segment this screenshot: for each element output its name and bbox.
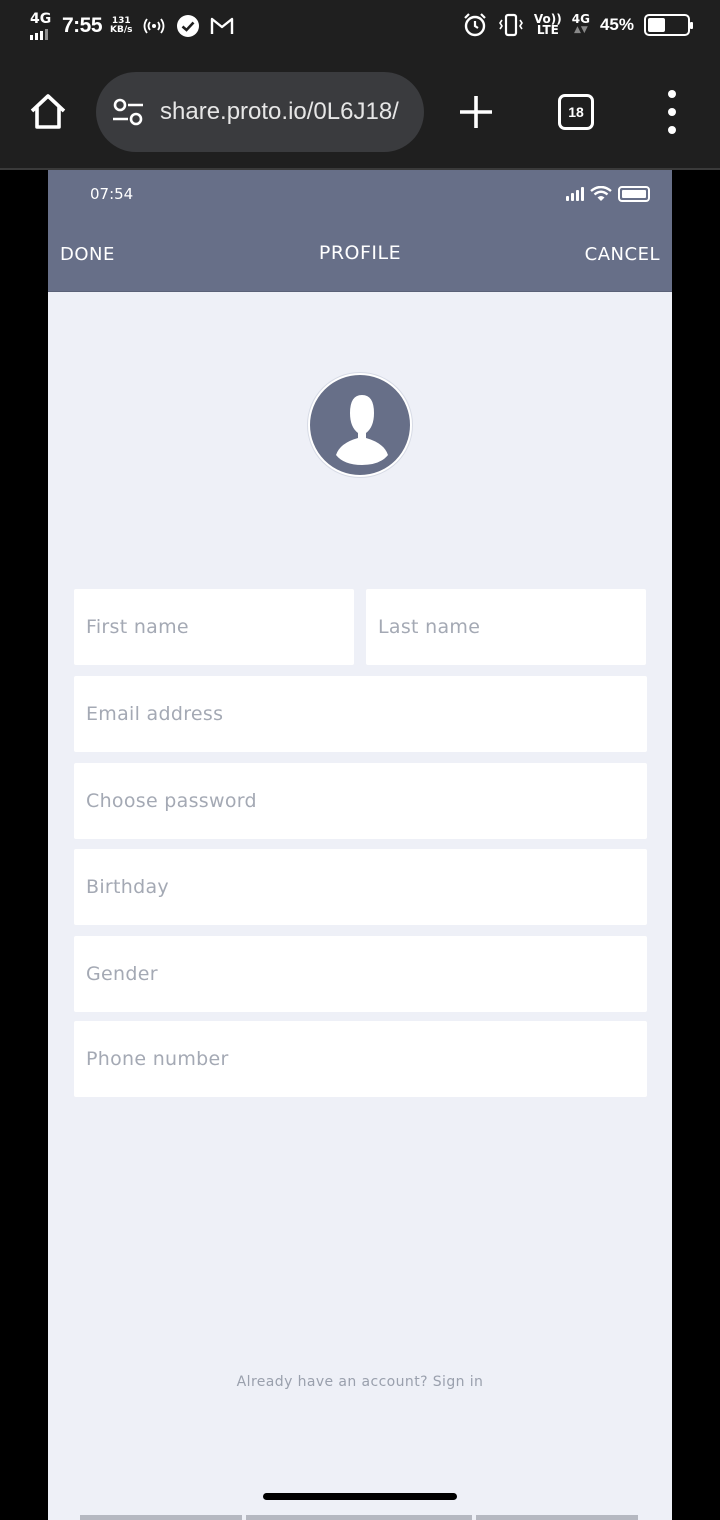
network-type-label: 4G	[30, 11, 52, 27]
mobile-data-type: 4G	[571, 12, 590, 26]
plus-icon	[460, 96, 492, 128]
volte-line-2: LTE	[536, 23, 559, 37]
check-circle-icon	[175, 13, 201, 39]
network-speed-unit: KB/s	[110, 25, 133, 35]
hotspot-icon	[141, 13, 167, 39]
system-status-bar: 4G 7:55 131 KB/s Vo)) LTE 4G ▲▼ 45%	[0, 0, 720, 56]
email-field[interactable]: Email address	[74, 676, 647, 752]
battery-icon	[644, 14, 693, 36]
volte-indicator: Vo)) LTE	[534, 13, 562, 37]
home-button[interactable]	[28, 92, 68, 132]
system-clock: 7:55	[62, 14, 103, 37]
site-settings-icon[interactable]	[112, 98, 144, 126]
battery-icon	[618, 186, 650, 202]
kebab-dot-icon	[668, 90, 676, 98]
avatar-upload[interactable]	[308, 373, 412, 477]
gender-field[interactable]: Gender	[74, 936, 647, 1012]
address-bar[interactable]: share.proto.io/0L6J18/	[96, 72, 424, 152]
tab-switcher-button[interactable]: 18	[558, 94, 594, 130]
tab-count: 18	[568, 104, 584, 120]
navigation-bar: DONE PROFILE CANCEL	[48, 220, 672, 292]
kebab-dot-icon	[668, 126, 676, 134]
user-silhouette-icon	[336, 395, 388, 465]
new-tab-button[interactable]	[458, 94, 494, 130]
page-title: PROFILE	[318, 242, 402, 264]
cellular-signal-icon: 4G	[30, 12, 54, 40]
sign-in-link[interactable]: Already have an account? Sign in	[48, 1374, 672, 1390]
prototype-clock: 07:54	[90, 185, 134, 203]
first-name-field[interactable]: First name	[74, 589, 354, 665]
cellular-signal-icon	[566, 187, 584, 201]
more-options-button[interactable]	[662, 90, 682, 134]
battery-percent: 45%	[599, 15, 634, 34]
gmail-icon	[209, 13, 235, 39]
home-icon	[30, 94, 66, 129]
alarm-icon	[462, 12, 488, 38]
bottom-tab-strip	[80, 1515, 640, 1520]
browser-toolbar: share.proto.io/0L6J18/ 18	[0, 56, 720, 170]
network-speed: 131 KB/s	[110, 17, 132, 35]
url-text: share.proto.io/0L6J18/	[160, 98, 399, 125]
prototype-status-bar: 07:54	[48, 170, 672, 220]
cancel-button[interactable]: CANCEL	[585, 244, 660, 265]
last-name-field[interactable]: Last name	[366, 589, 646, 665]
kebab-dot-icon	[668, 108, 676, 116]
prototype-screen: 07:54 DONE PROFILE CANCEL First name Las…	[48, 170, 672, 1520]
wifi-icon	[590, 186, 612, 201]
password-field[interactable]: Choose password	[74, 763, 647, 839]
birthday-field[interactable]: Birthday	[74, 849, 647, 925]
phone-number-field[interactable]: Phone number	[74, 1021, 647, 1097]
mobile-data-indicator: 4G ▲▼	[571, 12, 590, 35]
vibrate-icon	[498, 12, 524, 38]
home-indicator	[263, 1493, 457, 1500]
